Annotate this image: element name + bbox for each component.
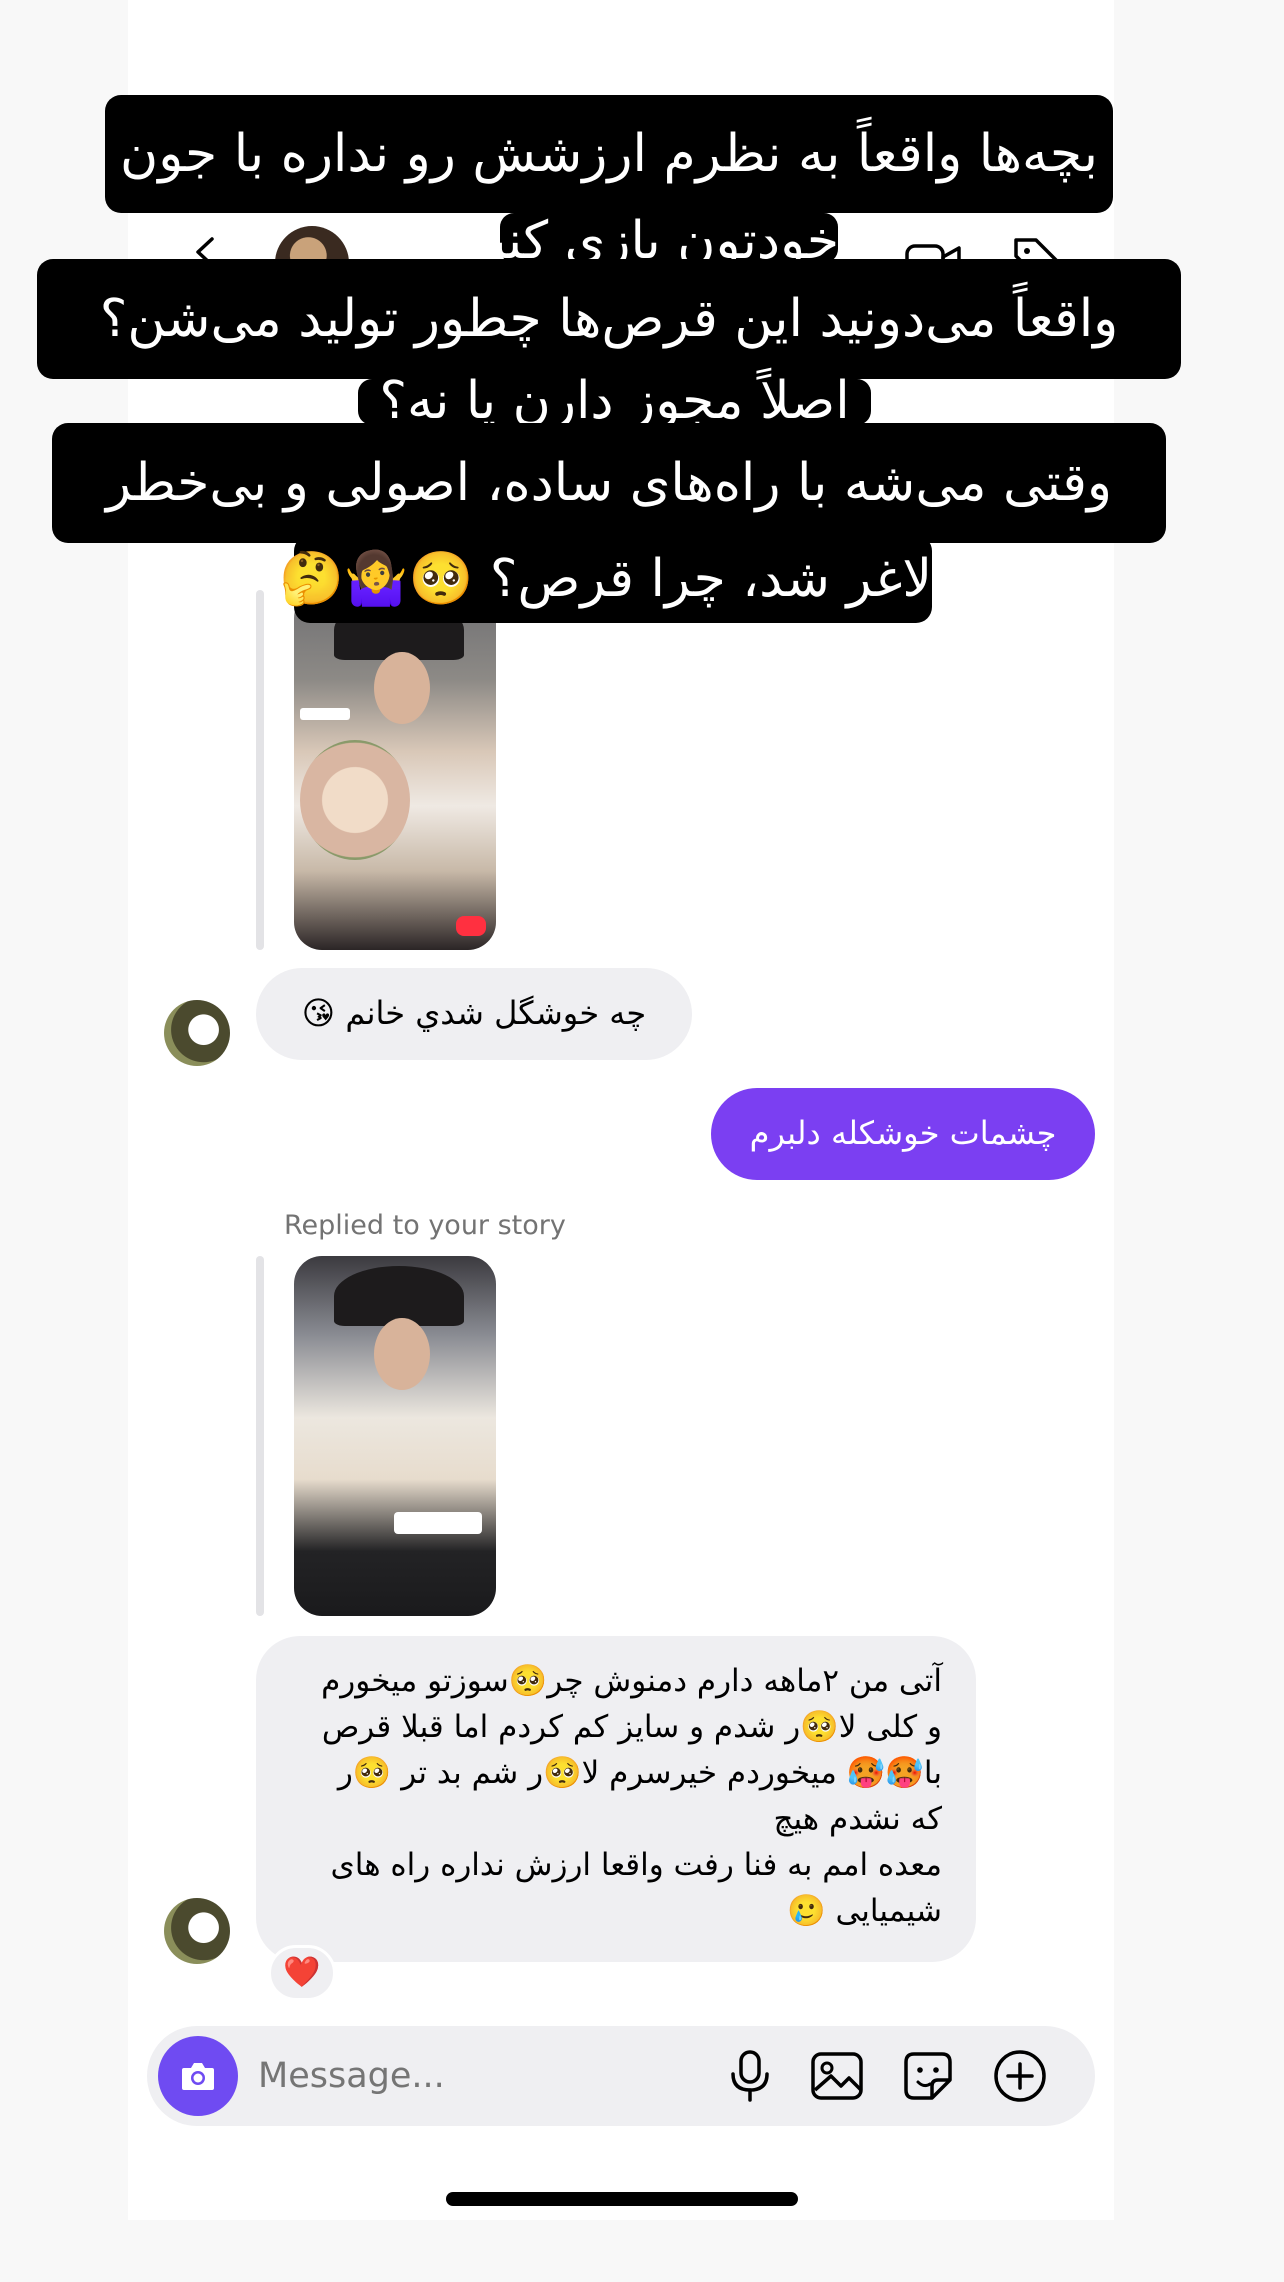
- heart-reaction-icon[interactable]: ❤️: [268, 1945, 336, 2001]
- face-shape: [374, 652, 430, 724]
- story-sticker: [300, 708, 350, 720]
- message-bubble-outgoing[interactable]: چشمات خوشکله دلبرم: [711, 1088, 1095, 1180]
- reply-label: Replied to your story: [284, 1210, 566, 1241]
- reply-divider: [256, 590, 264, 950]
- camera-button[interactable]: [158, 2036, 238, 2116]
- camera-icon: [182, 2063, 214, 2090]
- caption-line-3: واقعاً می‌دونید این قرص‌ها چطور تولید می…: [37, 259, 1181, 379]
- face-shape: [374, 1318, 430, 1390]
- gallery-icon[interactable]: [807, 2046, 867, 2106]
- reply-divider: [256, 1256, 264, 1616]
- story-thumbnail[interactable]: [294, 590, 496, 950]
- message-input[interactable]: [258, 2046, 698, 2106]
- heart-badge-icon: [456, 916, 486, 936]
- microphone-icon[interactable]: [720, 2046, 780, 2106]
- caption-line-6: لاغر شد، چرا قرص؟ 🥺🤷‍♀️🤔: [279, 535, 932, 623]
- avatar[interactable]: [164, 1000, 230, 1066]
- home-indicator[interactable]: [446, 2192, 798, 2206]
- caption-line-1: بچه‌ها واقعاً به نظرم ارزشش رو نداره با …: [105, 95, 1113, 213]
- flowers-shape: [300, 740, 410, 860]
- story-thumbnail[interactable]: [294, 1256, 496, 1616]
- caption-line-5: وقتی می‌شه با راه‌های ساده، اصولی و بی‌خ…: [52, 423, 1166, 543]
- sticker-icon[interactable]: [898, 2046, 958, 2106]
- avatar[interactable]: [164, 1898, 230, 1964]
- message-bubble-incoming[interactable]: چه خوشگل شدي خانم 😘: [256, 968, 692, 1060]
- message-bubble-incoming[interactable]: آتی من ۲ماهه دارم دمنوش چر🥺سوزتو میخورم …: [256, 1636, 976, 1962]
- story-sticker: [394, 1512, 482, 1534]
- plus-circle-icon[interactable]: [990, 2046, 1050, 2106]
- hat-shape: [334, 1266, 464, 1326]
